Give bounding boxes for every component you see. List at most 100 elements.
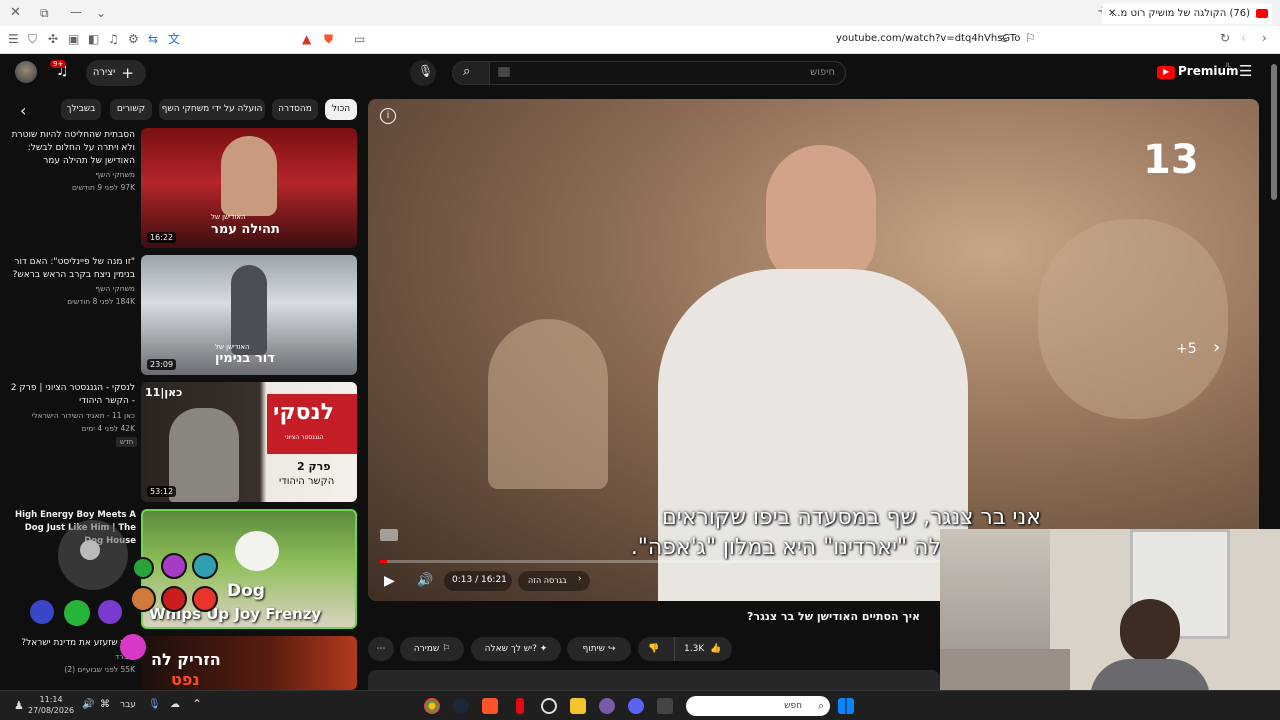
related-meta-1: 97K לפני 9 חודשים xyxy=(71,183,135,192)
related-title-2[interactable]: "זו מנה של פיינליסט": האם דור בנימין ניצ… xyxy=(5,256,135,282)
description-box[interactable] xyxy=(368,670,940,690)
arrow-down-icon xyxy=(30,600,54,624)
cast-icon[interactable]: ▭ xyxy=(354,32,365,46)
menu-icon[interactable]: ☰ xyxy=(8,32,19,46)
play-icon[interactable]: ▶ xyxy=(384,573,395,589)
brave-icon[interactable] xyxy=(482,698,498,714)
related-title-1[interactable]: הסבתית שהחליטה להיות שוטרת ולא ויתרה על … xyxy=(5,129,135,168)
like-count[interactable]: 1.3K xyxy=(684,637,704,661)
play-glyph-icon: ▶ xyxy=(1163,67,1170,76)
steam-icon[interactable] xyxy=(453,698,469,714)
page-settings-icon[interactable]: ⚟ xyxy=(998,32,1009,46)
more-count[interactable]: +5 xyxy=(1176,341,1197,357)
back-icon[interactable]: ‹ xyxy=(1241,31,1246,45)
terminal-icon[interactable] xyxy=(657,698,673,714)
create-button[interactable]: + יצירה xyxy=(86,60,146,86)
arrow-right-icon xyxy=(98,600,122,624)
mic-icon[interactable]: 🎙 xyxy=(148,699,161,710)
related-thumbnail-3[interactable]: כאן|11 לנסקי הגנגסטר הציוני פרק 2 הקשר ה… xyxy=(141,382,357,502)
arrow-up-icon xyxy=(120,634,146,660)
taskbar: ♟ 11:14 27/08/2026 🔊 ⌘ עבר 🎙 ☁ ⌃ חפש ⌕ xyxy=(0,690,1280,720)
youtube-logo-icon[interactable]: ▶ xyxy=(1157,66,1175,79)
language-indicator[interactable]: עבר xyxy=(120,700,136,710)
chapter-button[interactable]: בגרסה הזה › xyxy=(518,571,590,591)
related-channel-3[interactable]: כאן 11 - תאגיד השידור הישראלי xyxy=(5,410,135,422)
chevron-up-icon[interactable]: ⌃ xyxy=(192,697,202,711)
close-tab-icon[interactable]: ✕ xyxy=(1108,7,1116,21)
related-meta-3: 42K לפני 4 ימים xyxy=(81,424,135,433)
puzzle-icon[interactable]: ⚙ xyxy=(128,32,139,46)
url-text[interactable]: youtube.com/watch?v=dtq4hVhsGTo xyxy=(836,33,1020,44)
create-label: יצירה xyxy=(92,67,116,78)
chrome-icon[interactable] xyxy=(424,698,440,714)
minimize-icon[interactable]: — xyxy=(70,5,82,19)
voice-search-button[interactable]: 🎙 xyxy=(410,60,436,86)
more-actions-button[interactable]: ⋯ xyxy=(368,637,394,661)
network-icon[interactable]: ⌘ xyxy=(100,699,110,710)
thumb-main-text: תהילה עמר xyxy=(211,222,280,237)
chips-scroll-left-icon[interactable]: ‹ xyxy=(20,101,26,120)
gamepad-stick-overlay xyxy=(58,520,128,590)
translate-icon[interactable]: ⇆ xyxy=(148,32,158,46)
sidebar-icon[interactable]: ◧ xyxy=(88,32,99,46)
bookmark-icon[interactable]: ⚐ xyxy=(1025,31,1036,45)
info-icon[interactable]: i xyxy=(380,108,396,124)
tile-window-icon[interactable]: ⧉ xyxy=(40,6,49,20)
share-button[interactable]: שיתוף ↪ xyxy=(567,637,631,661)
ask-button[interactable]: יש לך שאלה? ✦ xyxy=(471,637,561,661)
search-placeholder: חיפוש xyxy=(810,67,835,78)
music-icon[interactable]: ♫ xyxy=(108,32,119,46)
reload-icon[interactable]: ↻ xyxy=(1220,31,1230,45)
taskbar-search[interactable]: חפש ⌕ xyxy=(686,696,830,716)
related-channel-5[interactable]: ...ברד xyxy=(5,651,135,663)
paint-icon[interactable] xyxy=(599,698,615,714)
related-channel-2[interactable]: משחקי השף xyxy=(5,283,135,295)
avatar[interactable] xyxy=(15,61,37,83)
discord-icon[interactable] xyxy=(628,698,644,714)
save-button[interactable]: שמירה ⚐ xyxy=(400,637,464,661)
tabs-icon[interactable]: ▣ xyxy=(68,32,79,46)
dislike-icon[interactable]: 👎 xyxy=(648,637,659,661)
shield-icon[interactable]: ⛉ xyxy=(28,32,37,46)
windows-start-icon[interactable] xyxy=(838,698,854,714)
related-thumbnail-1[interactable]: האודישן של תהילה עמר 16:22 xyxy=(141,128,357,248)
folder-icon[interactable] xyxy=(570,698,586,714)
related-channel-1[interactable]: משחקי השף xyxy=(5,169,135,181)
search-button[interactable]: ⌕ xyxy=(452,61,490,85)
chip-uploaded-by[interactable]: הועלה על ידי משחקי השף xyxy=(159,99,265,120)
video-player[interactable]: i 13 +5 › אני בר צנגר, שף במסעדה ביפו שק… xyxy=(368,99,1259,601)
page-scrollbar[interactable] xyxy=(1271,64,1277,200)
chevron-down-icon[interactable]: ⌄ xyxy=(96,6,106,20)
active-tab[interactable]: ✕ (76) הקולגה של מושיק רוט מ... xyxy=(1102,3,1272,24)
person-icon[interactable]: ♟ xyxy=(14,699,24,712)
related-thumbnail-5[interactable]: הזריק לה נפט xyxy=(141,636,357,690)
related-title-5[interactable]: ...ת שזעזע את מדינת ישראל? xyxy=(5,637,135,650)
guide-menu-icon[interactable]: ☰ xyxy=(1239,62,1252,80)
search-input[interactable]: חיפוש xyxy=(489,61,846,85)
chip-for-you[interactable]: בשבילך xyxy=(61,99,101,120)
brave-shield-icon[interactable]: ⛊ xyxy=(324,32,333,46)
progress-bar[interactable] xyxy=(380,560,946,563)
chip-from-series[interactable]: מהסדרה xyxy=(272,99,318,120)
chip-all[interactable]: הכול xyxy=(325,99,357,120)
related-thumbnail-2[interactable]: האודישן של דור בנימין 23:09 xyxy=(141,255,357,375)
time-display: 0:13 / 16:21 xyxy=(444,571,512,591)
like-icon[interactable]: 👍 xyxy=(710,637,721,661)
related-title-3[interactable]: לנסקי - הגנגסטר הציוני | פרק 2 - הקשר הי… xyxy=(5,382,135,408)
chevron-right-icon[interactable]: › xyxy=(1213,337,1220,358)
duration-badge: 16:22 xyxy=(147,232,177,243)
chip-related[interactable]: קשורים xyxy=(110,99,152,120)
forward-icon[interactable]: › xyxy=(1262,31,1267,45)
warning-icon[interactable]: ▲ xyxy=(302,32,311,46)
extensions-icon[interactable]: ✣ xyxy=(48,32,58,46)
chatgpt-icon[interactable] xyxy=(541,698,557,714)
netflix-icon[interactable] xyxy=(516,698,524,714)
clock[interactable]: 11:14 27/08/2026 xyxy=(28,694,74,716)
save-label: שמירה xyxy=(413,644,440,654)
volume-icon[interactable]: 🔊 xyxy=(82,699,94,710)
volume-icon[interactable]: 🔊 xyxy=(417,573,433,588)
close-window-icon[interactable]: ✕ xyxy=(10,6,21,20)
language-icon[interactable]: 文 xyxy=(168,32,180,46)
keyboard-icon[interactable] xyxy=(498,67,510,77)
cloud-icon[interactable]: ☁ xyxy=(170,699,180,710)
